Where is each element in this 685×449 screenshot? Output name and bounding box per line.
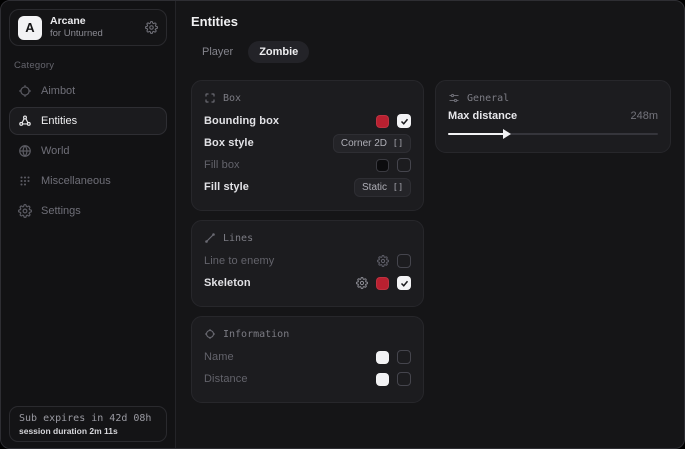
- slider-value: 248m: [630, 110, 658, 122]
- box-style-select[interactable]: Corner 2D: [333, 134, 411, 153]
- sidebar-item-world[interactable]: World: [9, 137, 167, 165]
- page-title: Entities: [191, 14, 671, 29]
- sidebar-item-label: Entities: [41, 115, 77, 127]
- setting-row-distance: Distance: [204, 368, 411, 390]
- checkbox-checked[interactable]: [397, 114, 411, 128]
- setting-row-box-style: Box style Corner 2D: [204, 132, 411, 154]
- checkbox-unchecked[interactable]: [397, 158, 411, 172]
- color-swatch[interactable]: [376, 159, 389, 172]
- sidebar: A Arcane for Unturned Category Aimbot: [1, 1, 176, 448]
- entities-icon: [18, 114, 32, 128]
- app-logo: A: [18, 16, 42, 40]
- setting-row-bounding-box: Bounding box: [204, 110, 411, 132]
- setting-row-fill-style: Fill style Static: [204, 176, 411, 198]
- app-subtitle: for Unturned: [50, 29, 137, 39]
- crosshair-icon: [18, 84, 32, 98]
- panel-title: Box: [223, 93, 241, 104]
- slider-fill: [448, 133, 505, 135]
- session-duration-text: session duration 2m 11s: [19, 426, 157, 436]
- entity-tabs: Player Zombie: [191, 41, 671, 63]
- panel-box: Box Bounding box Box style: [191, 80, 424, 211]
- panel-general: General Max distance 248m: [435, 80, 671, 153]
- sidebar-item-entities[interactable]: Entities: [9, 107, 167, 135]
- sliders-icon: [448, 92, 460, 104]
- tab-zombie[interactable]: Zombie: [248, 41, 309, 63]
- sidebar-item-label: Miscellaneous: [41, 175, 111, 187]
- target-icon: [204, 328, 216, 340]
- sidebar-nav: Aimbot Entities World Miscellaneous: [9, 77, 167, 225]
- tab-player[interactable]: Player: [191, 41, 244, 63]
- box-corners-icon: [204, 92, 216, 104]
- option-gear-icon[interactable]: [377, 255, 389, 267]
- sidebar-item-miscellaneous[interactable]: Miscellaneous: [9, 167, 167, 195]
- panel-information: Information Name Distance: [191, 316, 424, 403]
- panel-lines: Lines Line to enemy Skeleton: [191, 220, 424, 307]
- sidebar-item-label: World: [41, 145, 70, 157]
- color-swatch[interactable]: [376, 277, 389, 290]
- slider-thumb[interactable]: [503, 129, 511, 139]
- checkbox-unchecked[interactable]: [397, 372, 411, 386]
- setting-row-fill-box: Fill box: [204, 154, 411, 176]
- panel-title: Lines: [223, 233, 253, 244]
- setting-row-line-to-enemy: Line to enemy: [204, 250, 411, 272]
- subscription-info-card: Sub expires in 42d 08h session duration …: [9, 406, 167, 442]
- max-distance-row: Max distance 248m: [448, 110, 658, 122]
- color-swatch[interactable]: [376, 115, 389, 128]
- globe-icon: [18, 144, 32, 158]
- diagonal-line-icon: [204, 232, 216, 244]
- checkbox-unchecked[interactable]: [397, 254, 411, 268]
- color-swatch[interactable]: [376, 373, 389, 386]
- selector-icon: [393, 138, 403, 148]
- fill-style-select[interactable]: Static: [354, 178, 411, 197]
- setting-row-name: Name: [204, 346, 411, 368]
- sidebar-item-settings[interactable]: Settings: [9, 197, 167, 225]
- setting-row-skeleton: Skeleton: [204, 272, 411, 294]
- panel-title: General: [467, 93, 509, 104]
- sidebar-item-aimbot[interactable]: Aimbot: [9, 77, 167, 105]
- gear-icon: [18, 204, 32, 218]
- checkbox-checked[interactable]: [397, 276, 411, 290]
- option-gear-icon[interactable]: [356, 277, 368, 289]
- gear-icon[interactable]: [145, 21, 158, 34]
- checkbox-unchecked[interactable]: [397, 350, 411, 364]
- sub-expires-text: Sub expires in 42d 08h: [19, 413, 157, 424]
- panel-title: Information: [223, 329, 289, 340]
- grid-icon: [18, 174, 32, 188]
- sidebar-item-label: Settings: [41, 205, 81, 217]
- color-swatch[interactable]: [376, 351, 389, 364]
- max-distance-slider[interactable]: [448, 128, 658, 140]
- main-content: Entities Player Zombie Box Bounding box: [176, 1, 684, 448]
- selector-icon: [393, 182, 403, 192]
- category-label: Category: [14, 60, 167, 71]
- brand-card: A Arcane for Unturned: [9, 9, 167, 46]
- slider-label: Max distance: [448, 110, 517, 122]
- sidebar-item-label: Aimbot: [41, 85, 75, 97]
- app-name: Arcane: [50, 16, 137, 28]
- app-window: A Arcane for Unturned Category Aimbot: [0, 0, 685, 449]
